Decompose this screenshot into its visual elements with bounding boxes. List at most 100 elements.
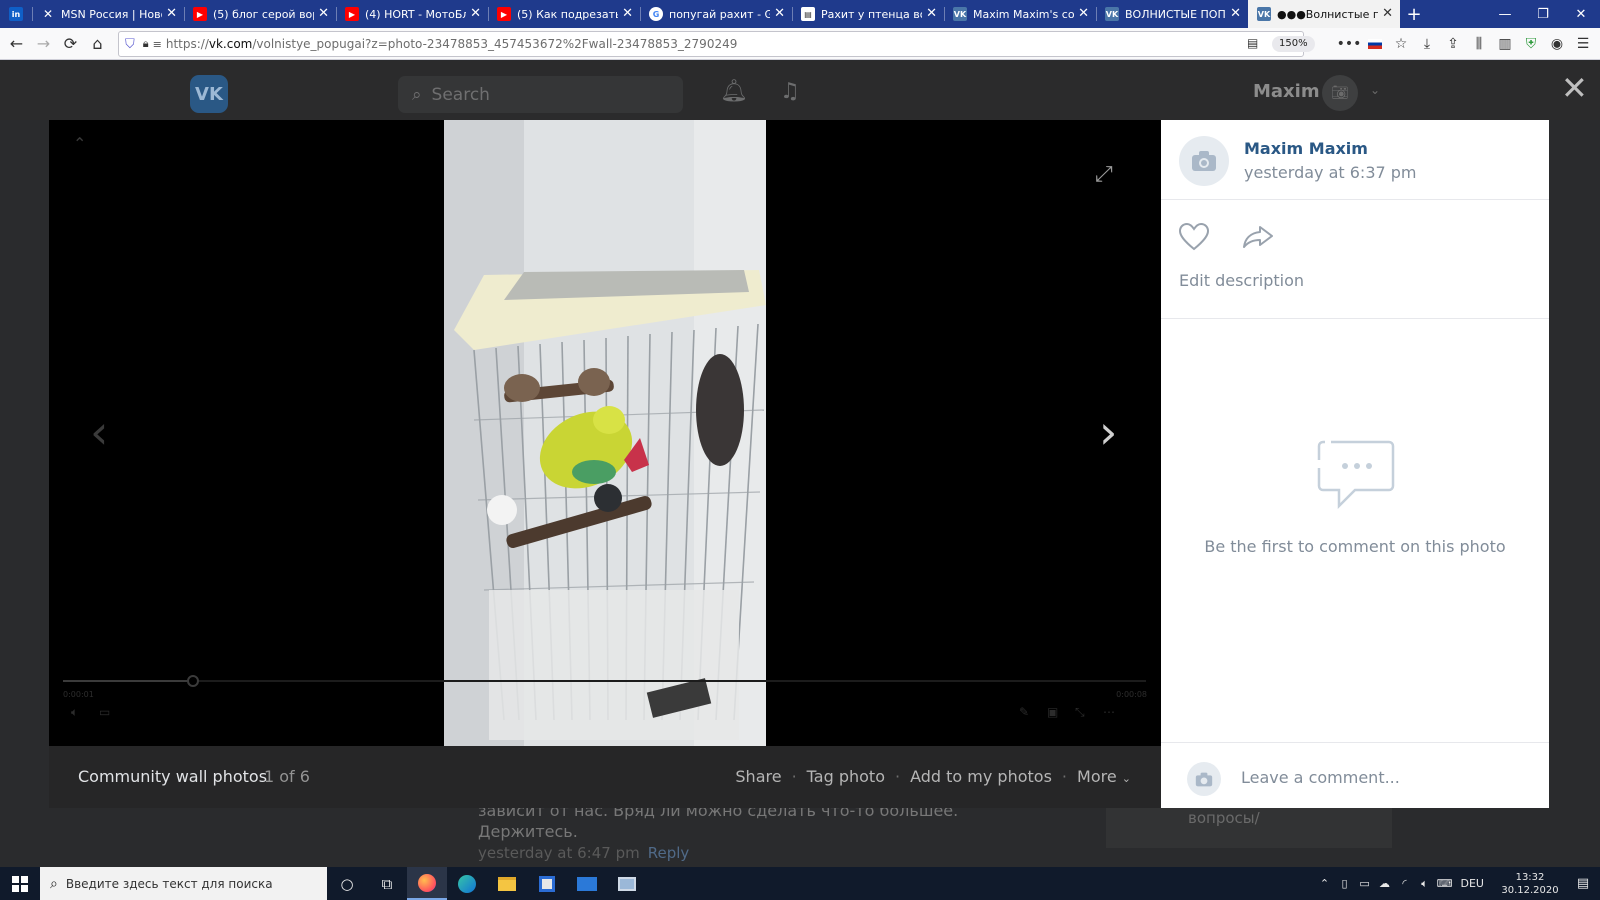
taskbar-clock[interactable]: 13:32 30.12.2020 — [1494, 871, 1566, 897]
mail-icon[interactable] — [567, 867, 607, 900]
tab-close-icon[interactable]: ✕ — [1382, 6, 1393, 21]
edge-icon[interactable] — [447, 867, 487, 900]
bookmark-star-icon[interactable]: ☆ — [1388, 30, 1414, 58]
photo-area[interactable]: ⌃ ‹ › ⤢ 0:00:01 0:00:08 🔈︎ ▭ ✎ ▣ ⤡ ⋯ — [49, 120, 1161, 746]
author-name[interactable]: Maxim Maxim — [1244, 139, 1368, 158]
chevron-up-icon[interactable]: ⌃ — [73, 134, 86, 153]
pocket-icon[interactable]: ⇪ — [1440, 30, 1466, 58]
volume-icon[interactable]: 🔈︎ — [71, 705, 78, 720]
reader-view-icon[interactable]: ▤ — [1247, 36, 1258, 50]
more-action[interactable]: More ⌄ — [1077, 767, 1131, 786]
restore-icon[interactable]: ❐ — [1524, 0, 1562, 28]
tab-youtube-3[interactable]: ▶ (5) Как подрезать (ста ✕ — [488, 0, 640, 28]
share-action[interactable]: Share — [735, 767, 781, 786]
firefox-icon[interactable] — [407, 867, 447, 900]
input-language[interactable]: DEU — [1461, 877, 1484, 890]
tab-google[interactable]: G попугай рахит - Googl ✕ — [640, 0, 792, 28]
store-icon[interactable] — [527, 867, 567, 900]
library-icon[interactable]: ⫼ — [1466, 30, 1492, 58]
tab-youtube-2[interactable]: ▶ (4) HORT - МотоБлог и ✕ — [336, 0, 488, 28]
tab-vk-1[interactable]: VK Maxim Maxim's comm ✕ — [944, 0, 1096, 28]
tray-onedrive-icon[interactable]: ☁ — [1375, 877, 1395, 890]
zoom-level-badge[interactable]: 150% — [1272, 36, 1315, 52]
tab-close-icon[interactable]: ✕ — [470, 6, 481, 21]
tray-keyboard-icon[interactable]: ⌨ — [1435, 877, 1455, 890]
tab-vk-active[interactable]: VK ●●●Волнистые попу ✕ — [1248, 0, 1400, 28]
task-view-icon[interactable]: ⧉ — [367, 867, 407, 900]
taskbar-search-input[interactable] — [65, 876, 306, 891]
permissions-icon[interactable]: ≡ — [153, 38, 162, 51]
url-text[interactable]: https://vk.com/volnistye_popugai?z=photo… — [166, 37, 738, 51]
download-icon[interactable]: ⤓ — [1414, 30, 1440, 58]
album-title[interactable]: Community wall photos — [78, 767, 267, 786]
forward-icon[interactable]: → — [30, 30, 57, 58]
more-options-icon[interactable]: ⋯ — [1103, 705, 1115, 719]
tab-close-icon[interactable]: ✕ — [1230, 6, 1241, 21]
tag-photo-action[interactable]: Tag photo — [807, 767, 885, 786]
taskbar-search[interactable]: ⌕ — [40, 867, 327, 900]
tab-youtube-1[interactable]: ▶ (5) блог серой вороны ✕ — [184, 0, 336, 28]
tab-close-icon[interactable]: ✕ — [774, 6, 785, 21]
bell-icon[interactable]: 🔔︎ — [720, 79, 748, 104]
minimize-icon[interactable]: — — [1486, 0, 1524, 28]
comment-input[interactable] — [1241, 757, 1531, 797]
vk-user-name[interactable]: Maxim — [1253, 81, 1320, 102]
video-progress-track[interactable] — [63, 680, 1146, 682]
parrot-cage-photo[interactable] — [444, 120, 766, 746]
menu-icon[interactable]: ☰ — [1570, 30, 1596, 58]
tab-vk-2[interactable]: VK ВОЛНИСТЫЕ ПОПУГА ✕ — [1096, 0, 1248, 28]
pip-icon[interactable]: ▣ — [1047, 705, 1058, 719]
post-date[interactable]: yesterday at 6:37 pm — [1244, 163, 1417, 182]
tab-msn[interactable]: ✕ MSN Россия | Новости ✕ — [32, 0, 184, 28]
tray-network-icon[interactable]: ◜ — [1395, 877, 1415, 890]
tab-close-icon[interactable]: ✕ — [1078, 6, 1089, 21]
subtitles-icon[interactable]: ▭ — [99, 705, 110, 719]
chevron-down-icon[interactable]: ⌄ — [1370, 83, 1380, 97]
page-actions-icon[interactable]: ••• — [1336, 30, 1362, 58]
reply-link[interactable]: Reply — [648, 844, 690, 862]
vk-logo-icon[interactable]: VK — [190, 75, 228, 113]
previous-photo-icon[interactable]: ‹ — [90, 405, 108, 459]
video-progress-knob[interactable] — [187, 675, 199, 687]
heart-icon[interactable] — [1179, 223, 1209, 251]
music-icon[interactable]: ♫ — [780, 79, 800, 104]
file-explorer-icon[interactable] — [487, 867, 527, 900]
tray-battery-icon[interactable]: ▭ — [1355, 877, 1375, 890]
shrink-icon[interactable]: ⤡ — [1075, 705, 1085, 720]
add-to-my-photos-action[interactable]: Add to my photos — [910, 767, 1052, 786]
author-avatar[interactable] — [1179, 136, 1229, 186]
tray-chevron-up-icon[interactable]: ⌃ — [1315, 877, 1335, 890]
window-close-icon[interactable]: ✕ — [1562, 0, 1600, 28]
url-bar[interactable]: ⛉ 🔒︎ ≡ https://vk.com/volnistye_popugai?… — [118, 31, 1315, 57]
tab-pinned-msn[interactable]: in — [0, 0, 32, 28]
share-icon[interactable] — [1243, 225, 1273, 249]
tab-close-icon[interactable]: ✕ — [622, 6, 633, 21]
edit-description-link[interactable]: Edit description — [1179, 271, 1304, 290]
account-icon[interactable]: ◉ — [1544, 30, 1570, 58]
lock-icon[interactable]: 🔒︎ — [143, 37, 149, 51]
language-flag-icon[interactable] — [1362, 30, 1388, 58]
pencil-icon[interactable]: ✎ — [1019, 705, 1029, 719]
fullscreen-icon[interactable]: ⤢ — [1095, 162, 1113, 187]
windows-start-icon[interactable] — [0, 867, 40, 900]
shield-icon[interactable]: ⛉ — [125, 37, 135, 52]
back-icon[interactable]: ← — [3, 30, 30, 58]
tab-close-icon[interactable]: ✕ — [318, 6, 329, 21]
tab-close-icon[interactable]: ✕ — [926, 6, 937, 21]
camera-icon[interactable]: 📷︎ — [1322, 75, 1358, 111]
tab-close-icon[interactable]: ✕ — [166, 6, 177, 21]
tray-device-icon[interactable]: ▯ — [1335, 877, 1355, 890]
notifications-icon[interactable]: ▤ — [1566, 876, 1600, 891]
close-viewer-icon[interactable]: ✕ — [1561, 72, 1588, 104]
tab-article[interactable]: ▤ Рахит у птенца волнис ✕ — [792, 0, 944, 28]
new-tab-button[interactable]: + — [1400, 0, 1428, 28]
tray-volume-icon[interactable]: 🔈︎ — [1415, 877, 1435, 891]
vk-search-box[interactable]: ⌕ Search — [398, 76, 683, 113]
sidebar-icon[interactable]: ▥ — [1492, 30, 1518, 58]
extension-icon[interactable]: ⛨ — [1518, 30, 1544, 58]
cortana-icon[interactable]: ○ — [327, 867, 367, 900]
home-icon[interactable]: ⌂ — [84, 30, 111, 58]
reload-icon[interactable]: ⟳ — [57, 30, 84, 58]
next-photo-icon[interactable]: › — [1099, 405, 1117, 459]
remote-desktop-icon[interactable] — [607, 867, 647, 900]
